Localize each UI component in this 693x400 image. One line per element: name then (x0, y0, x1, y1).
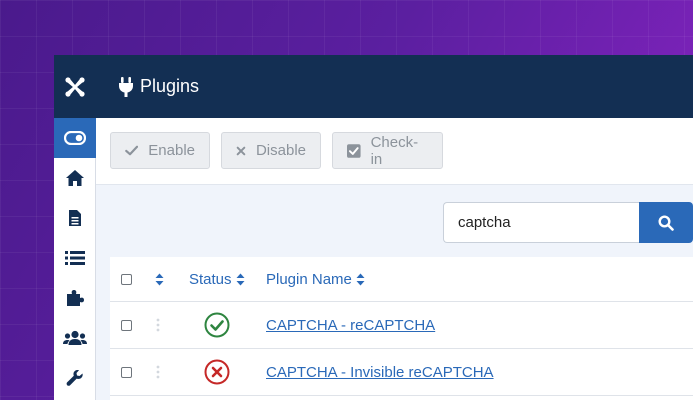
drag-handle[interactable] (155, 349, 161, 395)
row-checkbox[interactable] (121, 319, 132, 331)
row-checkbox-cell (121, 349, 132, 395)
sort-icon (236, 273, 245, 285)
check-square-icon (347, 143, 361, 158)
sidebar-item-users[interactable] (54, 318, 96, 358)
row-checkbox-cell (121, 302, 132, 348)
check-icon (125, 145, 139, 156)
toggle-icon (64, 131, 86, 145)
sidebar-item-home[interactable] (54, 158, 96, 198)
select-all-checkbox[interactable] (121, 273, 132, 285)
row-checkbox[interactable] (121, 366, 132, 378)
plugin-name-header[interactable]: Plugin Name (266, 257, 365, 301)
plugin-name-cell: CAPTCHA - reCAPTCHA (266, 302, 435, 348)
enable-button-label: Enable (148, 142, 195, 159)
plugin-link[interactable]: CAPTCHA - reCAPTCHA (266, 317, 435, 334)
users-icon (63, 330, 87, 345)
enable-button[interactable]: Enable (110, 132, 210, 169)
puzzle-icon (67, 290, 84, 306)
logo-cell[interactable] (54, 55, 96, 118)
search-icon (658, 214, 674, 231)
home-icon (66, 170, 84, 186)
plug-icon (119, 76, 133, 97)
toolbar: Enable Disable Check-in (96, 118, 693, 185)
status-cell (189, 302, 230, 348)
disabled-times-icon[interactable] (204, 359, 230, 385)
page-title-group: Plugins (118, 76, 199, 98)
page-title: Plugins (140, 76, 200, 96)
drag-handle[interactable] (155, 302, 161, 348)
admin-window: Plugins Enable Disable Check-in captcha … (54, 55, 693, 400)
status-cell (189, 349, 230, 395)
search-button[interactable] (639, 202, 693, 243)
status-header[interactable]: Status (189, 257, 245, 301)
status-header-label: Status (189, 270, 232, 288)
sidebar-item-toggle-menu[interactable] (54, 118, 96, 158)
grip-icon (156, 365, 160, 379)
sidebar (54, 118, 96, 400)
sort-icon (356, 273, 365, 285)
checkin-button[interactable]: Check-in (332, 132, 443, 169)
plugin-name-cell: CAPTCHA - Invisible reCAPTCHA (266, 349, 494, 395)
joomla-logo-icon[interactable] (64, 76, 86, 98)
disable-button[interactable]: Disable (221, 132, 321, 169)
ordering-header[interactable] (155, 257, 164, 301)
times-icon (236, 146, 246, 155)
checkin-button-label: Check-in (370, 133, 419, 168)
plugins-table: Status Plugin Name CAPTCHA - reCAPTCHA C… (110, 257, 693, 400)
sidebar-item-system[interactable] (54, 358, 96, 398)
table-header-row: Status Plugin Name (110, 257, 693, 302)
sort-icon (155, 273, 164, 285)
search-bar (443, 202, 693, 243)
sidebar-item-menus[interactable] (54, 238, 96, 278)
plugin-link[interactable]: CAPTCHA - Invisible reCAPTCHA (266, 364, 494, 381)
enabled-check-icon[interactable] (204, 312, 230, 338)
file-icon (69, 210, 81, 226)
wrench-icon (66, 369, 83, 386)
disable-button-label: Disable (255, 142, 306, 159)
sidebar-item-extensions[interactable] (54, 278, 96, 318)
list-icon (65, 251, 85, 265)
table-row: CAPTCHA - reCAPTCHA (110, 302, 693, 349)
search-input[interactable] (443, 202, 639, 243)
table-row: CAPTCHA - Invisible reCAPTCHA (110, 349, 693, 396)
plugin-name-header-label: Plugin Name (266, 270, 352, 288)
grip-icon (156, 318, 160, 332)
top-header: Plugins (54, 55, 693, 118)
select-all-cell (121, 257, 132, 301)
sidebar-item-content[interactable] (54, 198, 96, 238)
